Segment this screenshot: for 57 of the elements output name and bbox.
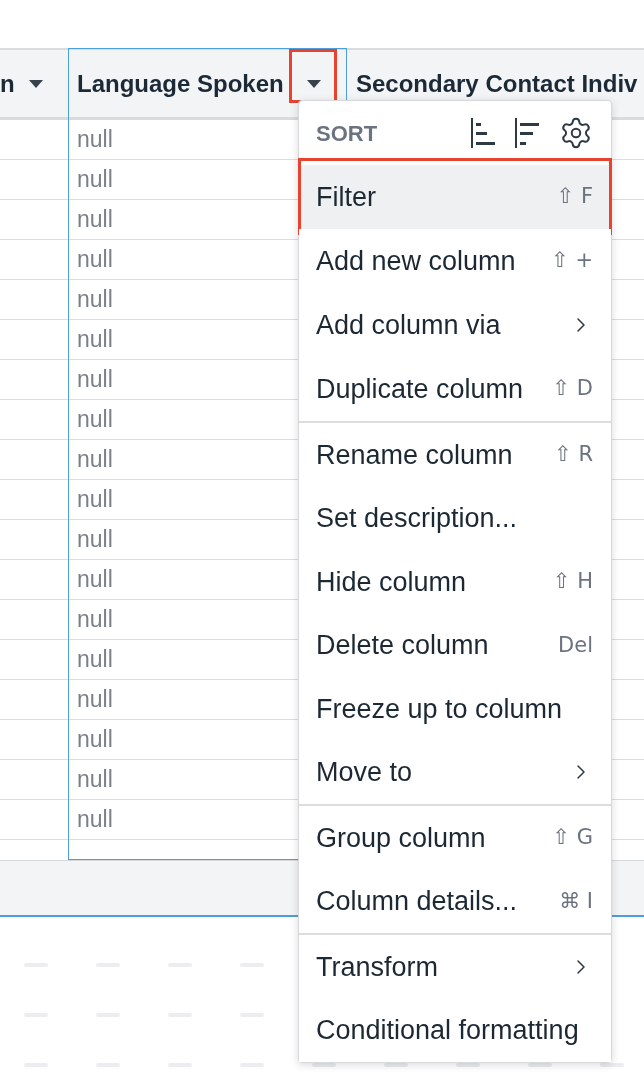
skeleton-placeholder — [384, 1063, 408, 1067]
table-cell-text: null — [77, 645, 113, 675]
menu-item[interactable]: Hide column ⇧ H — [299, 550, 611, 614]
table-cell-text: null — [77, 125, 113, 155]
settings-icon — [559, 116, 593, 150]
table-cell-text: null — [77, 245, 113, 275]
menu-item[interactable]: Column details... ⌘ I — [299, 869, 611, 933]
table-cell-text: null — [77, 685, 113, 715]
keyboard-shortcut: ⇧ F — [556, 183, 593, 211]
keyboard-shortcut: Del — [558, 631, 593, 659]
menu-item[interactable]: Group column ⇧ G — [299, 806, 611, 870]
menu-item[interactable]: Rename column ⇧ R — [299, 423, 611, 487]
table-cell-text: null — [77, 765, 113, 795]
menu-item[interactable]: Add new column ⇧ + — [299, 229, 611, 293]
column-title: n — [0, 68, 15, 99]
keyboard-shortcut: ⇧ G — [552, 824, 593, 851]
table-cell-text: null — [77, 405, 113, 435]
keyboard-shortcut: ⇧ H — [552, 568, 593, 595]
sort-descending-button[interactable] — [515, 118, 539, 148]
skeleton-placeholder — [528, 1063, 552, 1067]
keyboard-shortcut: ⇧ D — [552, 375, 593, 403]
table-cell-text: null — [77, 605, 113, 635]
keyboard-shortcut: ⌘ I — [559, 887, 593, 915]
caret-down-icon — [28, 79, 43, 88]
skeleton-placeholder — [456, 1063, 480, 1067]
menu-item[interactable]: Freeze up to column — [299, 677, 611, 741]
table-cell-text: null — [77, 445, 113, 475]
column-title: Secondary Contact Indiv — [356, 68, 638, 99]
menu-item[interactable]: Conditional formatting — [299, 998, 611, 1062]
sort-ascending-button[interactable] — [471, 118, 495, 148]
skeleton-placeholder — [600, 1063, 624, 1067]
menu-item[interactable]: Duplicate column ⇧ D — [299, 357, 611, 421]
table-cell-text: null — [77, 565, 113, 595]
menu-item[interactable]: Move to — [299, 740, 611, 804]
sort-ascending-icon — [471, 118, 495, 148]
table-cell-text: null — [77, 205, 113, 235]
caret-down-icon — [307, 79, 321, 88]
table-cell-text: null — [77, 325, 113, 355]
sort-descending-icon — [515, 118, 539, 148]
table-cell-text: null — [77, 725, 113, 755]
settings-button[interactable] — [559, 116, 593, 150]
column-title: Language Spoken — [77, 68, 284, 99]
table-cell-text: null — [77, 525, 113, 555]
skeleton-placeholder — [312, 1063, 336, 1067]
menu-item[interactable]: Transform — [299, 935, 611, 999]
table-cell-text: null — [77, 485, 113, 515]
menu-section-label: SORT — [316, 119, 378, 148]
table-cell-text: null — [77, 165, 113, 195]
menu-item[interactable]: Add column via — [299, 293, 611, 357]
table-cell-text: null — [77, 805, 113, 835]
menu-item[interactable]: Filter ⇧ F — [299, 165, 611, 229]
table-cell-text: null — [77, 365, 113, 395]
table-cell-text: null — [77, 285, 113, 315]
keyboard-shortcut: ⇧ + — [551, 247, 593, 275]
keyboard-shortcut: ⇧ R — [554, 441, 593, 468]
menu-item[interactable]: Set description... — [299, 486, 611, 550]
menu-item[interactable]: Delete column Del — [299, 613, 611, 677]
